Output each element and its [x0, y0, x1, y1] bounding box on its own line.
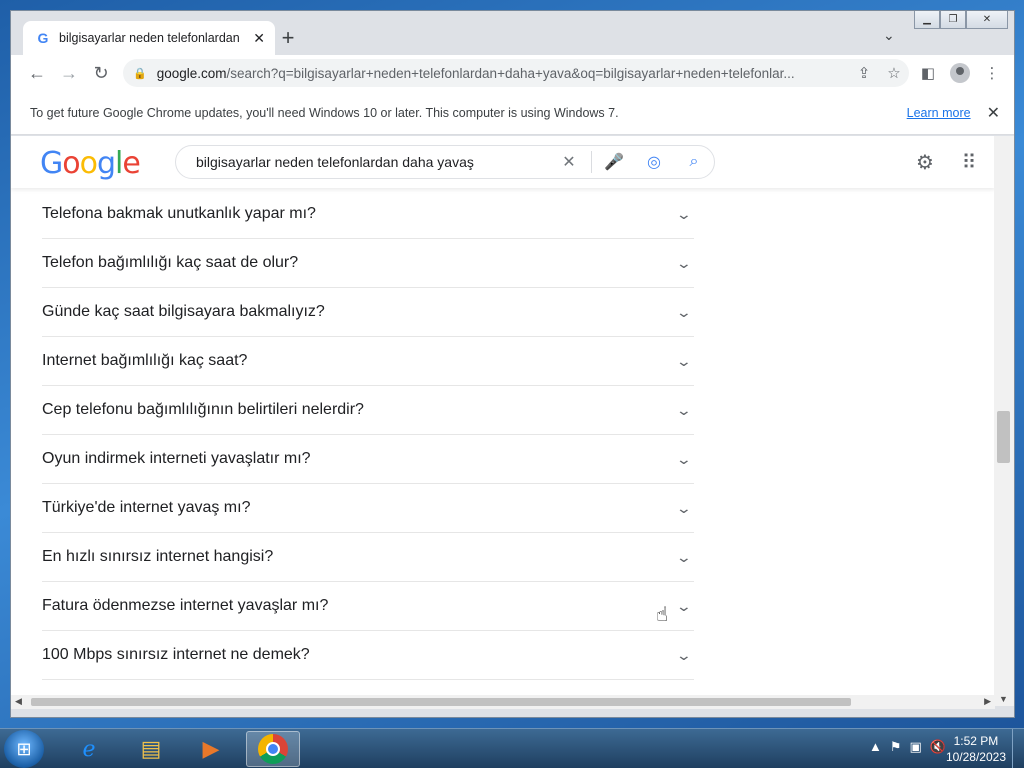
question-row[interactable]: 100 Mbps sınırsız internet ne demek? ⌄: [42, 631, 694, 680]
clear-icon[interactable]: ✕: [549, 152, 589, 172]
scroll-left-arrow-icon[interactable]: ◀: [15, 696, 22, 707]
vertical-scroll-thumb[interactable]: [997, 411, 1010, 463]
clock[interactable]: 1:52 PM 10/28/2023: [946, 733, 1006, 765]
window-close-button[interactable]: ✕: [966, 11, 1008, 29]
chrome-icon: [258, 734, 288, 764]
question-text: Internet bağımlılığı kaç saat?: [42, 352, 248, 369]
question-row[interactable]: En hızlı sınırsız internet hangisi? ⌄: [42, 533, 694, 582]
chrome-menu-icon[interactable]: ⋮: [976, 59, 1008, 87]
chevron-down-icon[interactable]: ⌄: [676, 255, 692, 272]
chevron-down-icon[interactable]: ⌄: [676, 206, 692, 223]
search-divider: [591, 151, 592, 173]
horizontal-scroll-thumb[interactable]: [31, 698, 851, 706]
tab-search-chevron-icon[interactable]: ⌄: [883, 27, 895, 44]
chevron-down-icon[interactable]: ⌄: [676, 402, 692, 419]
question-row[interactable]: Türkiye'de internet yavaş mı? ⌄: [42, 484, 694, 533]
system-tray: ▲ ⚑ ▣ 🔇: [869, 739, 946, 755]
question-row[interactable]: Telefon bağımlılığı kaç saat de olur? ⌄: [42, 239, 694, 288]
question-row[interactable]: Telefona bakmak unutkanlık yapar mı? ⌄: [42, 190, 694, 239]
google-favicon-icon: G: [37, 30, 49, 46]
infobar-close-icon[interactable]: ✕: [987, 103, 1000, 123]
google-logo[interactable]: Google: [40, 146, 141, 181]
question-text: Türkiye'de internet yavaş mı?: [42, 499, 251, 516]
search-input[interactable]: bilgisayarlar neden telefonlardan daha y…: [196, 154, 549, 170]
window-controls: ▁ ❐ ✕: [914, 11, 1008, 29]
chevron-down-icon[interactable]: ⌄: [676, 353, 692, 370]
scroll-right-arrow-icon[interactable]: ▶: [984, 696, 991, 707]
browser-toolbar: ← → ↻ 🔒 google.com/search?q=bilgisayarla…: [11, 55, 1014, 91]
microphone-icon[interactable]: 🎤: [594, 152, 634, 172]
scroll-down-arrow-icon[interactable]: ▼: [999, 694, 1008, 704]
question-text: Cep telefonu bağımlılığının belirtileri …: [42, 401, 364, 418]
file-explorer-icon[interactable]: ▤: [124, 731, 178, 767]
search-icon[interactable]: ⌕: [674, 153, 714, 171]
question-text: 100 Mbps sınırsız internet ne demek?: [42, 646, 310, 663]
reload-icon[interactable]: ↻: [85, 57, 117, 89]
hand-cursor-icon: ☝: [656, 604, 669, 626]
chevron-down-icon[interactable]: ⌄: [676, 647, 692, 664]
start-button[interactable]: ⊞: [4, 730, 44, 768]
back-icon[interactable]: ←: [21, 57, 53, 89]
tab-title: bilgisayarlar neden telefonlardan: [59, 31, 240, 45]
lock-icon[interactable]: 🔒: [133, 67, 147, 80]
profile-avatar[interactable]: [944, 59, 976, 87]
question-row[interactable]: Internet bağımlılığı kaç saat? ⌄: [42, 337, 694, 386]
show-desktop-button[interactable]: [1012, 729, 1024, 768]
search-box[interactable]: bilgisayarlar neden telefonlardan daha y…: [175, 145, 715, 179]
title-bar: G bilgisayarlar neden telefonlardan ✕ + …: [11, 11, 1014, 55]
side-panel-icon[interactable]: ◧: [912, 59, 944, 87]
chevron-down-icon[interactable]: ⌄: [676, 304, 692, 321]
address-bar[interactable]: 🔒 google.com/search?q=bilgisayarlar+nede…: [123, 59, 909, 87]
network-icon[interactable]: ▣: [910, 739, 922, 755]
taskbar: ⊞ ℯ ▤ ▶ ▲ ⚑ ▣ 🔇 1:52 PM 10/28/2023: [0, 728, 1024, 768]
toolbar-right: ◧ ⋮: [912, 59, 1008, 87]
chevron-down-icon[interactable]: ⌄: [676, 451, 692, 468]
media-player-icon[interactable]: ▶: [184, 731, 238, 767]
question-row[interactable]: Cep telefonu bağımlılığının belirtileri …: [42, 386, 694, 435]
chevron-down-icon[interactable]: ⌄: [676, 500, 692, 517]
update-infobar: To get future Google Chrome updates, you…: [11, 91, 1014, 135]
clock-date: 10/28/2023: [945, 750, 1006, 764]
header-actions: ⚙ ⠿: [903, 150, 991, 175]
forward-icon[interactable]: →: [53, 57, 85, 89]
internet-explorer-icon[interactable]: ℯ: [62, 731, 116, 767]
question-row[interactable]: Günde kaç saat bilgisayara bakmalıyız? ⌄: [42, 288, 694, 337]
chevron-down-icon[interactable]: ⌄: [676, 549, 692, 566]
question-text: En hızlı sınırsız internet hangisi?: [42, 548, 274, 565]
volume-muted-icon[interactable]: 🔇: [930, 739, 946, 755]
question-row[interactable]: Fatura ödenmezse internet yavaşlar mı? ⌄: [42, 582, 694, 631]
browser-tab[interactable]: G bilgisayarlar neden telefonlardan ✕: [23, 21, 275, 55]
lens-camera-icon[interactable]: ◎: [634, 152, 674, 172]
question-text: Günde kaç saat bilgisayara bakmalıyız?: [42, 303, 325, 320]
action-center-icon[interactable]: ⚑: [890, 739, 902, 755]
chevron-down-icon[interactable]: ⌄: [676, 598, 692, 615]
question-text: Telefona bakmak unutkanlık yapar mı?: [42, 205, 316, 222]
minimize-button[interactable]: ▁: [914, 11, 940, 29]
url-text: google.com/search?q=bilgisayarlar+neden+…: [156, 65, 795, 81]
infobar-message: To get future Google Chrome updates, you…: [30, 105, 619, 120]
google-header: Google bilgisayarlar neden telefonlardan…: [11, 136, 995, 188]
vertical-scrollbar[interactable]: ▼: [994, 136, 1014, 706]
clock-time: 1:52 PM: [953, 734, 999, 748]
question-text: Telefon bağımlılığı kaç saat de olur?: [42, 254, 299, 271]
maximize-button[interactable]: ❐: [940, 11, 966, 29]
tray-expand-icon[interactable]: ▲: [869, 739, 882, 755]
learn-more-link[interactable]: Learn more: [907, 106, 971, 120]
question-text: Oyun indirmek interneti yavaşlatır mı?: [42, 450, 311, 467]
question-row[interactable]: Oyun indirmek interneti yavaşlatır mı? ⌄: [42, 435, 694, 484]
new-tab-button[interactable]: +: [275, 25, 301, 51]
question-text: Fatura ödenmezse internet yavaşlar mı?: [42, 597, 329, 614]
settings-gear-icon[interactable]: ⚙: [903, 150, 947, 175]
browser-window: G bilgisayarlar neden telefonlardan ✕ + …: [10, 10, 1015, 718]
page-content: Telefona bakmak unutkanlık yapar mı? ⌄ Tel…: [11, 136, 995, 706]
horizontal-scrollbar[interactable]: ◀ ▶: [11, 695, 995, 709]
profile-icon: [950, 63, 970, 83]
bookmark-star-icon[interactable]: ☆: [879, 64, 909, 82]
apps-grid-icon[interactable]: ⠿: [947, 150, 991, 175]
chrome-taskbar-button[interactable]: [246, 731, 300, 767]
people-also-ask-list: Telefona bakmak unutkanlık yapar mı? ⌄ Tel…: [42, 190, 694, 680]
tab-close-icon[interactable]: ✕: [253, 30, 265, 47]
share-icon[interactable]: ⇪: [849, 64, 879, 82]
